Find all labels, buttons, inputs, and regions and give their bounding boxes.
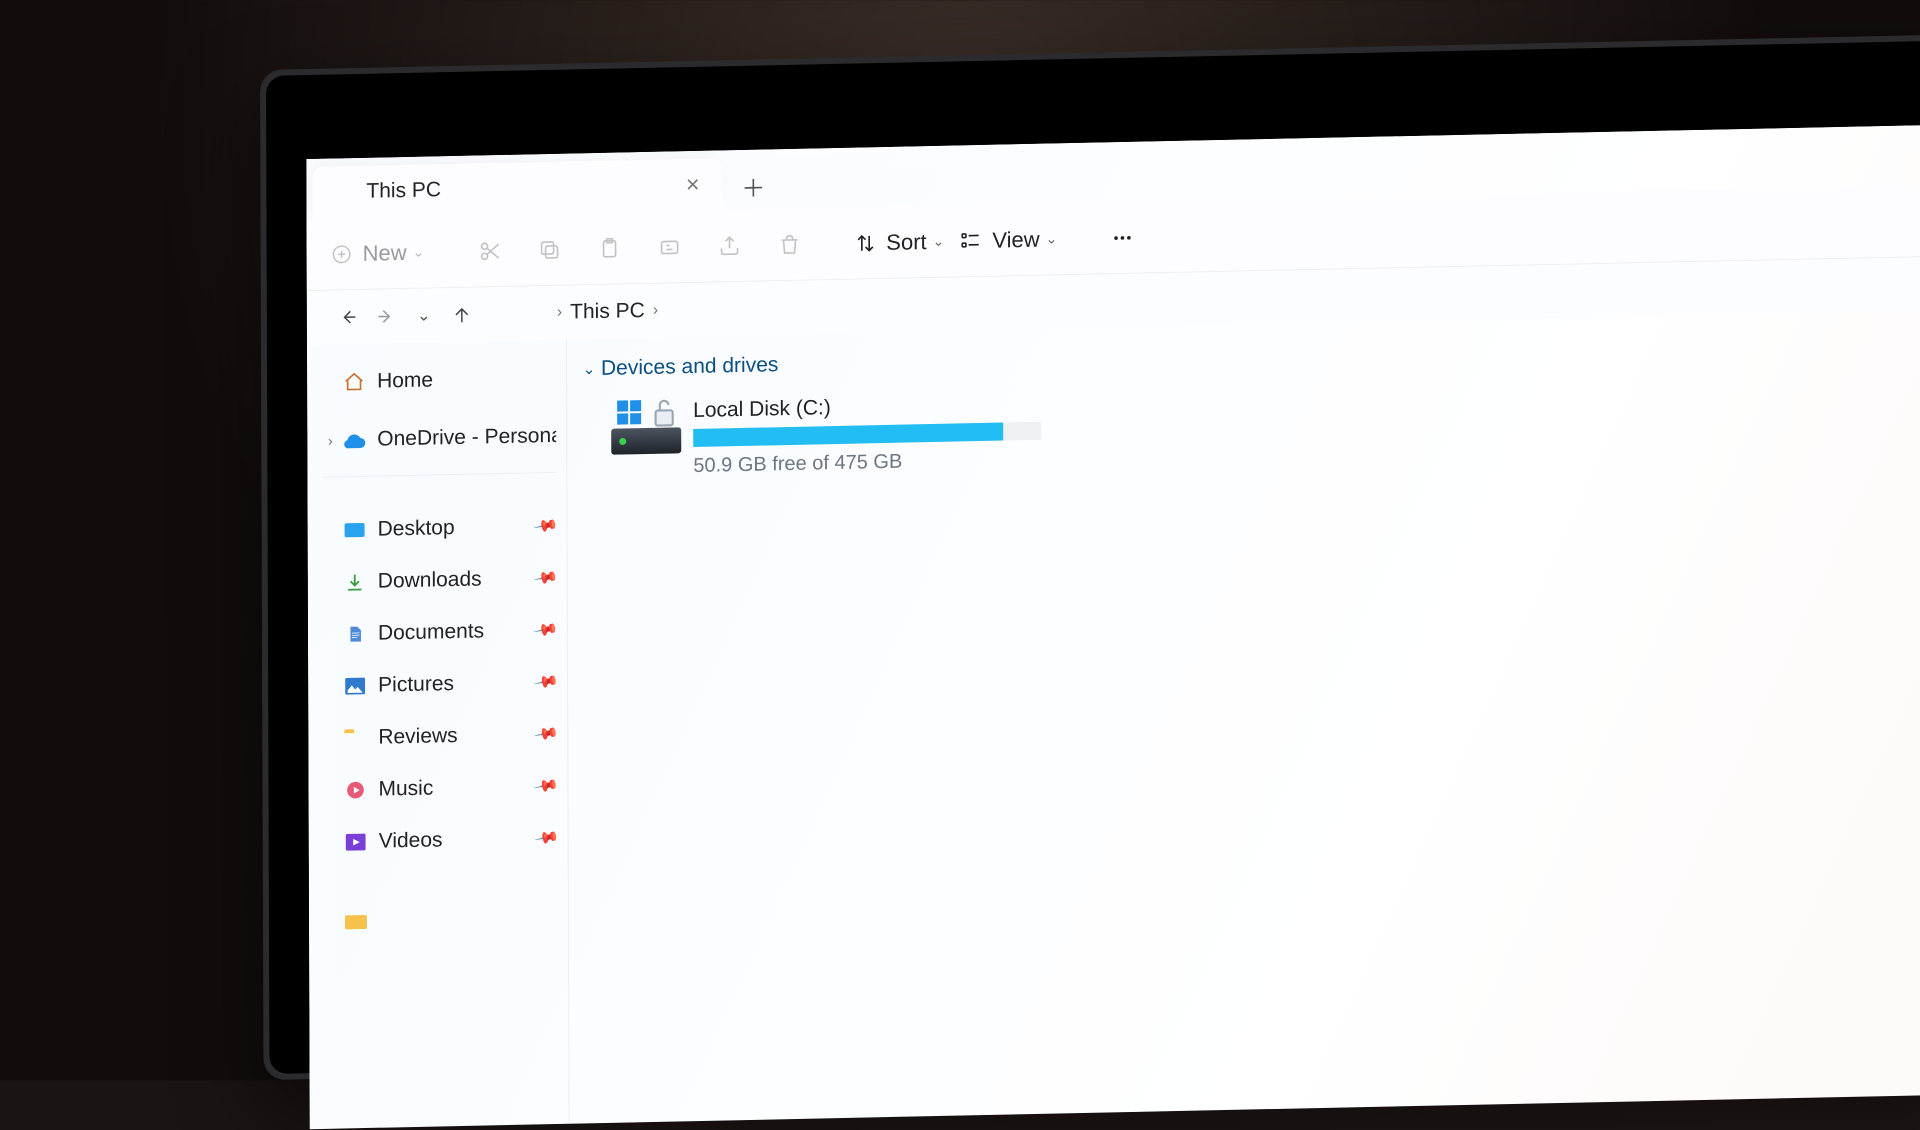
tab-title: This PC (366, 173, 677, 204)
new-button[interactable]: New ⌄ (331, 229, 425, 277)
download-icon (342, 569, 368, 596)
sidebar-item-desktop[interactable]: Desktop 📌 (316, 500, 563, 557)
arrow-left-icon (338, 307, 358, 327)
arrow-up-icon (452, 305, 472, 325)
pin-icon[interactable]: 📌 (531, 616, 560, 645)
sidebar-item-onedrive[interactable]: › OneDrive - Persona (315, 410, 562, 467)
group-header-label: Devices and drives (601, 353, 778, 381)
sidebar-item-label: Home (377, 366, 556, 394)
more-icon (1109, 226, 1135, 249)
breadcrumb[interactable]: › This PC › (499, 290, 682, 334)
chevron-down-icon: ⌄ (417, 305, 430, 325)
share-button (706, 222, 752, 269)
sidebar-item-label: Videos (379, 826, 536, 853)
sidebar-item-label: Desktop (378, 514, 535, 541)
content-pane: ⌄ Devices and drives Local Disk (C: (567, 303, 1920, 1129)
copy-button (526, 226, 572, 273)
sidebar-item-label: Documents (378, 618, 535, 645)
pictures-icon (342, 673, 368, 700)
sidebar-item-label: OneDrive - Persona (377, 424, 556, 452)
this-pc-icon (515, 305, 535, 321)
tab-this-pc[interactable]: This PC ✕ (312, 158, 722, 219)
breadcrumb-current[interactable]: This PC (570, 299, 645, 325)
drive-free-text: 50.9 GB free of 475 GB (693, 448, 1041, 478)
chevron-down-icon: ⌄ (413, 244, 425, 261)
pin-icon[interactable]: 📌 (531, 512, 560, 541)
drive-icon (611, 399, 681, 454)
chevron-right-icon: › (557, 304, 562, 322)
storage-bar (693, 422, 1041, 447)
sidebar-item-home[interactable]: Home (315, 352, 562, 409)
sort-icon (854, 232, 876, 254)
close-tab-button[interactable]: ✕ (677, 168, 708, 202)
sidebar-item-music[interactable]: Music 📌 (316, 760, 563, 817)
copy-icon (537, 237, 561, 262)
sidebar-item-label: Downloads (378, 566, 535, 593)
chevron-right-icon: › (653, 302, 658, 320)
more-button[interactable] (1099, 214, 1145, 261)
sidebar-item-label: Pictures (378, 670, 535, 697)
rename-icon (657, 235, 681, 260)
desktop-icon (342, 517, 368, 544)
storage-bar-fill (693, 423, 1003, 447)
back-button[interactable] (329, 298, 367, 337)
this-pc-icon (330, 183, 352, 201)
share-icon (717, 233, 741, 258)
scissors-icon (477, 238, 501, 263)
sidebar-item-label: Reviews (378, 722, 535, 749)
nav-sidebar: Home › OneDrive - Persona Desktop (307, 340, 570, 1130)
view-button[interactable]: View ⌄ (958, 216, 1057, 264)
pin-icon[interactable]: 📌 (531, 564, 560, 593)
videos-icon (343, 829, 369, 856)
pin-icon[interactable]: 📌 (532, 824, 561, 853)
up-button[interactable] (443, 295, 481, 334)
sidebar-item-pictures[interactable]: Pictures 📌 (316, 656, 563, 713)
sidebar-item-reviews[interactable]: Reviews 📌 (316, 708, 563, 765)
sort-button[interactable]: Sort ⌄ (854, 218, 944, 266)
pin-icon[interactable]: 📌 (532, 720, 561, 749)
pin-icon[interactable]: 📌 (531, 668, 560, 697)
arrow-right-icon (376, 306, 396, 326)
pin-icon[interactable]: 📌 (532, 772, 561, 801)
trash-icon (777, 232, 801, 257)
chevron-down-icon: ⌄ (1046, 230, 1058, 247)
view-icon (958, 229, 982, 252)
sidebar-item-label: Music (378, 774, 535, 801)
music-icon (342, 777, 368, 804)
paste-button (586, 225, 632, 272)
clipboard-icon (597, 236, 621, 261)
rename-button (646, 223, 692, 270)
sidebar-item-videos[interactable]: Videos 📌 (317, 812, 564, 869)
cloud-icon (341, 427, 367, 454)
lock-open-icon (651, 397, 677, 428)
home-icon (341, 369, 367, 396)
folder-icon (342, 725, 368, 752)
chevron-right-icon[interactable]: › (319, 432, 341, 448)
document-icon (342, 621, 368, 648)
cut-button (466, 227, 512, 274)
sidebar-item-documents[interactable]: Documents 📌 (316, 604, 563, 661)
explorer-window: This PC ✕ ＋ New ⌄ (306, 123, 1920, 1129)
recent-locations-button[interactable]: ⌄ (405, 296, 443, 335)
sidebar-item-downloads[interactable]: Downloads 📌 (316, 552, 563, 609)
forward-button[interactable] (367, 297, 405, 336)
drive-local-disk-c[interactable]: Local Disk (C:) 50.9 GB free of 475 GB (611, 392, 1041, 480)
drive-name: Local Disk (C:) (693, 392, 1041, 423)
delete-button (766, 221, 812, 268)
chevron-down-icon: ⌄ (577, 360, 601, 379)
new-tab-button[interactable]: ＋ (726, 161, 780, 210)
chevron-down-icon: ⌄ (933, 233, 945, 250)
